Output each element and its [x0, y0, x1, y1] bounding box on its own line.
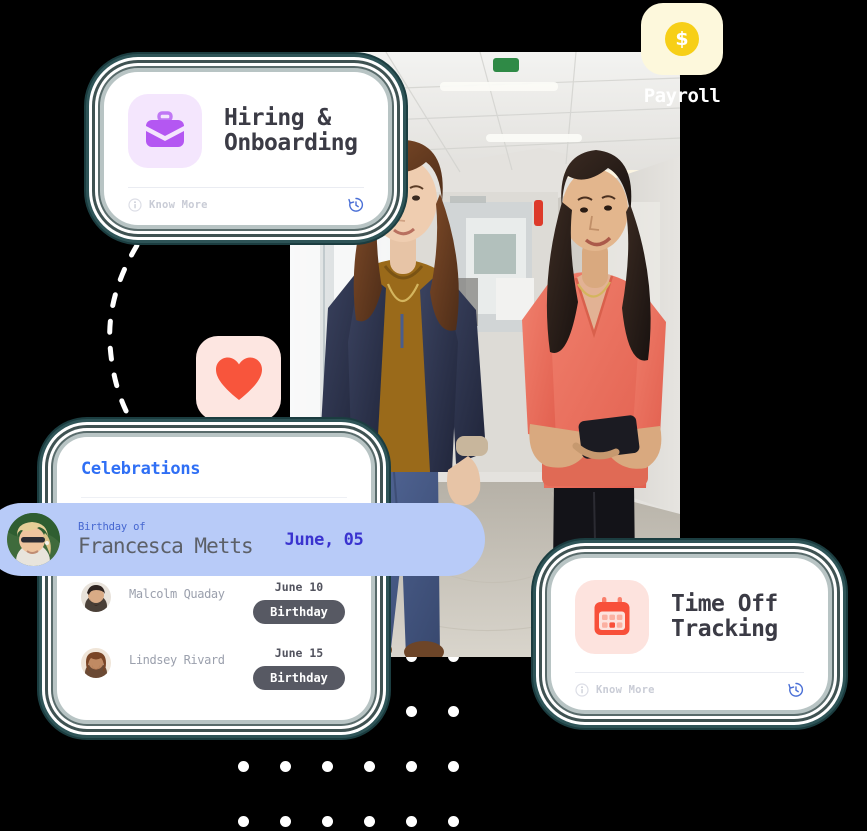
calendar-icon — [594, 597, 630, 635]
dollar-coin-icon: $ — [665, 22, 699, 56]
celebration-meta: June 15 Birthday — [251, 646, 347, 690]
person-name: Lindsey Rivard — [129, 653, 225, 667]
know-more-label: Know More — [596, 684, 655, 696]
history-clock-icon[interactable] — [348, 197, 364, 213]
avatar — [81, 582, 111, 612]
status-badge: Birthday — [253, 666, 345, 690]
briefcase-icon-tile — [128, 94, 202, 168]
grid-dot — [238, 816, 249, 827]
grid-dot — [448, 816, 459, 827]
avatar — [81, 648, 111, 678]
hiring-onboarding-card[interactable]: Hiring & Onboarding Know More — [104, 72, 388, 225]
grid-dot — [364, 761, 375, 772]
grid-dot — [406, 816, 417, 827]
grid-dot — [448, 706, 459, 717]
celebration-list: Malcolm Quaday June 10 Birthday Lindsey … — [81, 580, 347, 690]
grid-dot — [322, 761, 333, 772]
grid-dot — [448, 761, 459, 772]
highlight-date: June, 05 — [284, 529, 364, 550]
grid-dot — [364, 816, 375, 827]
card-header: Time Off Tracking — [575, 580, 804, 654]
grid-dot — [406, 761, 417, 772]
payroll-icon-tile: $ — [641, 3, 723, 75]
card-footer: Know More — [575, 672, 804, 698]
celebration-date: June 10 — [274, 580, 324, 594]
highlight-person-name: Francesca Metts — [78, 534, 254, 558]
person-name: Malcolm Quaday — [129, 587, 225, 601]
celebration-meta: June 10 Birthday — [251, 580, 347, 624]
grid-dot — [280, 816, 291, 827]
celebration-date: June 15 — [274, 646, 324, 660]
list-item[interactable]: Malcolm Quaday June 10 Birthday — [81, 580, 347, 624]
grid-dot — [280, 761, 291, 772]
info-circle-icon — [575, 683, 589, 697]
calendar-icon-tile — [575, 580, 649, 654]
highlight-eyebrow: Birthday of — [78, 521, 146, 533]
list-item[interactable]: Lindsey Rivard June 15 Birthday — [81, 646, 347, 690]
know-more-label: Know More — [149, 199, 208, 211]
card-footer: Know More — [128, 187, 364, 213]
grid-dot — [322, 816, 333, 827]
briefcase-icon — [146, 111, 184, 147]
status-badge: Birthday — [253, 600, 345, 624]
card-title: Hiring & Onboarding — [224, 104, 358, 156]
dashed-curve-connector — [107, 220, 155, 440]
heart-badge[interactable] — [196, 336, 281, 421]
avatar — [7, 513, 60, 566]
grid-dot — [238, 761, 249, 772]
info-circle-icon — [128, 198, 142, 212]
know-more-link[interactable]: Know More — [128, 198, 208, 212]
grid-dot — [406, 706, 417, 717]
payroll-badge[interactable]: $ Payroll — [641, 3, 723, 107]
payroll-label: Payroll — [643, 85, 721, 107]
celebrations-title: Celebrations — [81, 459, 201, 479]
celebrations-card[interactable]: Celebrations Malcolm Quaday June 10 Birt — [57, 437, 371, 720]
highlight-text-block: Birthday of Francesca Metts — [78, 521, 254, 558]
divider — [81, 497, 347, 498]
history-clock-icon[interactable] — [788, 682, 804, 698]
heart-icon — [215, 357, 262, 400]
card-title: Time Off Tracking — [671, 590, 778, 642]
time-off-tracking-card[interactable]: Time Off Tracking Know More — [551, 558, 828, 710]
hero-illustration: $ Payroll Hiring & Onboarding Know More … — [0, 0, 867, 831]
grid-dot — [364, 706, 375, 717]
card-header: Hiring & Onboarding — [128, 94, 364, 168]
know-more-link[interactable]: Know More — [575, 683, 655, 697]
highlighted-birthday-row[interactable]: Birthday of Francesca Metts June, 05 — [0, 503, 485, 576]
